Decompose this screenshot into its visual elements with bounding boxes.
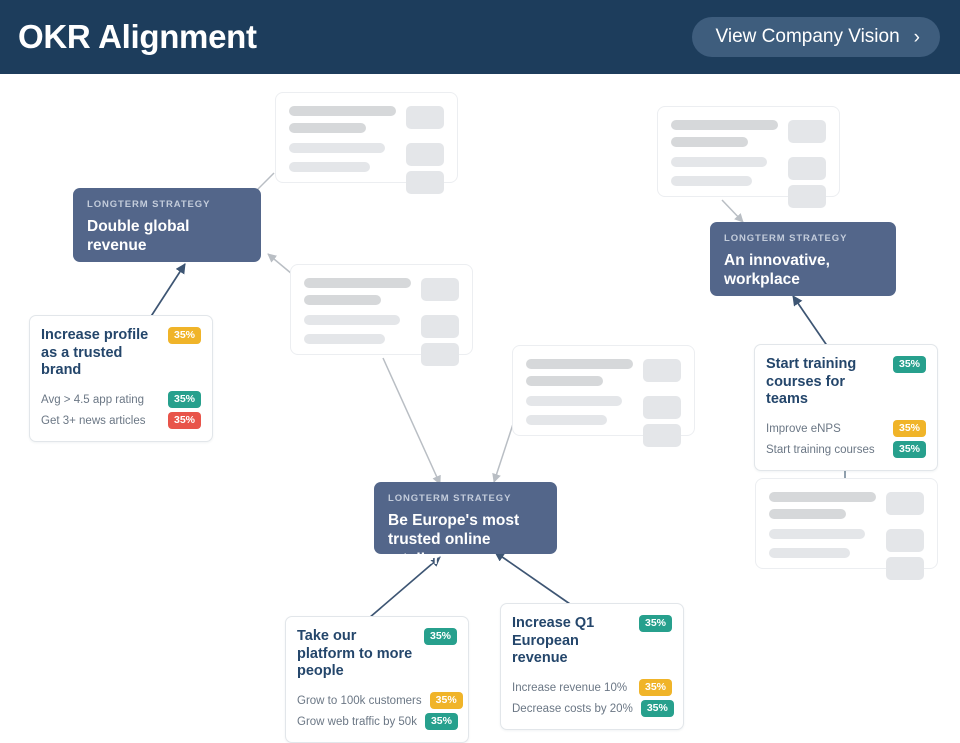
placeholder-bar — [671, 137, 749, 147]
key-result-label: Start training courses — [766, 443, 875, 456]
key-result-badge: 35% — [892, 441, 926, 459]
key-result-list: Improve eNPS 35% Start training courses … — [766, 418, 926, 460]
strategy-card-europe-trusted-retailer[interactable]: LONGTERM STRATEGY Be Europe's most trust… — [374, 482, 557, 568]
placeholder-card — [275, 92, 458, 194]
key-result-row[interactable]: Avg > 4.5 app rating 35% — [41, 389, 201, 410]
okr-progress-badge: 35% — [892, 356, 926, 374]
placeholder-bar — [304, 315, 401, 325]
placeholder-badge — [886, 557, 924, 580]
okr-title: Increase profile as a trusted brand — [41, 327, 149, 379]
okr-title: Take our platform to more people — [297, 628, 413, 680]
placeholder-bar — [289, 106, 396, 116]
key-result-label: Get 3+ news articles — [41, 414, 146, 427]
placeholder-badge — [406, 171, 444, 194]
strategy-title: An innovative, workplace — [724, 252, 830, 289]
vision-button-label: View Company Vision — [715, 26, 900, 47]
key-result-row[interactable]: Start training courses 35% — [766, 439, 926, 460]
placeholder-badge — [406, 143, 444, 166]
okr-alignment-canvas: LONGTERM STRATEGY Double global revenue … — [0, 74, 960, 743]
placeholder-bar — [289, 162, 371, 172]
okr-card-q1-european-revenue[interactable]: Increase Q1 European revenue 35% Increas… — [500, 603, 684, 731]
placeholder-badge — [421, 343, 459, 366]
key-result-label: Avg > 4.5 app rating — [41, 393, 145, 406]
connector-okr2-strategy3 — [792, 295, 831, 351]
placeholder-bar — [304, 334, 386, 344]
key-result-badge: 35% — [167, 391, 201, 409]
placeholder-bar — [671, 120, 778, 130]
key-result-row[interactable]: Get 3+ news articles 35% — [41, 410, 201, 431]
strategy-kicker: LONGTERM STRATEGY — [724, 233, 848, 244]
key-result-label: Grow web traffic by 50k — [297, 715, 417, 728]
okr-title: Increase Q1 European revenue — [512, 615, 595, 667]
key-result-list: Grow to 100k customers 35% Grow web traf… — [297, 690, 463, 732]
placeholder-badge — [643, 359, 681, 382]
strategy-card-innovative-workplace[interactable]: LONGTERM STRATEGY An innovative, workpla… — [710, 222, 896, 296]
key-result-badge: 35% — [892, 420, 926, 438]
strategy-card-double-global-revenue[interactable]: LONGTERM STRATEGY Double global revenue — [73, 188, 261, 262]
placeholder-badge — [886, 529, 924, 552]
key-result-row[interactable]: Improve eNPS 35% — [766, 418, 926, 439]
placeholder-bar — [304, 295, 382, 305]
key-result-row[interactable]: Grow to 100k customers 35% — [297, 690, 463, 711]
okr-card-training-courses[interactable]: Start training courses for teams 35% Imp… — [754, 344, 938, 472]
okr-progress-badge: 35% — [638, 615, 672, 633]
okr-progress-badge: 35% — [423, 628, 457, 646]
placeholder-card — [657, 106, 840, 208]
strategy-kicker: LONGTERM STRATEGY — [388, 493, 512, 504]
placeholder-bar — [769, 509, 847, 519]
placeholder-bar — [526, 415, 608, 425]
key-result-list: Increase revenue 10% 35% Decrease costs … — [512, 677, 674, 719]
page-title: OKR Alignment — [18, 18, 257, 55]
key-result-label: Grow to 100k customers — [297, 694, 422, 707]
placeholder-bar — [671, 157, 768, 167]
strategy-kicker: LONGTERM STRATEGY — [87, 199, 211, 210]
key-result-list: Avg > 4.5 app rating 35% Get 3+ news art… — [41, 389, 201, 431]
placeholder-badge — [788, 157, 826, 180]
placeholder-badge — [643, 424, 681, 447]
key-result-label: Decrease costs by 20% — [512, 702, 633, 715]
placeholder-badge — [788, 185, 826, 208]
connector-skeleton2-strategy2 — [382, 357, 441, 485]
strategy-title: Be Europe's most trusted online retailer — [388, 512, 520, 568]
chevron-right-icon: › — [913, 26, 920, 48]
placeholder-bar — [289, 123, 367, 133]
placeholder-card — [290, 264, 473, 366]
key-result-badge: 35% — [638, 679, 672, 697]
placeholder-bar — [526, 359, 633, 369]
connector-okr1-strategy1 — [147, 263, 186, 322]
placeholder-bar — [526, 376, 604, 386]
placeholder-bar — [304, 278, 411, 288]
placeholder-badge — [421, 315, 459, 338]
key-result-row[interactable]: Increase revenue 10% 35% — [512, 677, 672, 698]
key-result-badge: 35% — [167, 412, 201, 430]
placeholder-badge — [421, 278, 459, 301]
placeholder-badge — [886, 492, 924, 515]
key-result-badge: 35% — [640, 700, 674, 718]
placeholder-badge — [406, 106, 444, 129]
placeholder-bar — [289, 143, 386, 153]
okr-title: Start training courses for teams — [766, 356, 857, 408]
placeholder-badge — [788, 120, 826, 143]
key-result-badge: 35% — [424, 713, 458, 731]
view-company-vision-button[interactable]: View Company Vision › — [691, 17, 940, 57]
placeholder-badge — [643, 396, 681, 419]
okr-card-platform-more-people[interactable]: Take our platform to more people 35% Gro… — [285, 616, 469, 743]
app-header: OKR Alignment View Company Vision › — [0, 0, 960, 74]
placeholder-bar — [526, 396, 623, 406]
key-result-badge: 35% — [429, 692, 463, 710]
key-result-row[interactable]: Grow web traffic by 50k 35% — [297, 711, 458, 732]
placeholder-card — [512, 345, 695, 447]
placeholder-bar — [769, 548, 851, 558]
connector-skeleton2-strategy1 — [267, 253, 293, 275]
strategy-title: Double global revenue — [87, 218, 190, 255]
placeholder-bar — [769, 529, 866, 539]
key-result-label: Increase revenue 10% — [512, 681, 628, 694]
placeholder-bar — [769, 492, 876, 502]
okr-progress-badge: 35% — [167, 327, 201, 345]
key-result-row[interactable]: Decrease costs by 20% 35% — [512, 698, 674, 719]
key-result-label: Improve eNPS — [766, 422, 841, 435]
placeholder-bar — [671, 176, 753, 186]
placeholder-card — [755, 478, 938, 580]
okr-card-trusted-brand[interactable]: Increase profile as a trusted brand 35% … — [29, 315, 213, 443]
